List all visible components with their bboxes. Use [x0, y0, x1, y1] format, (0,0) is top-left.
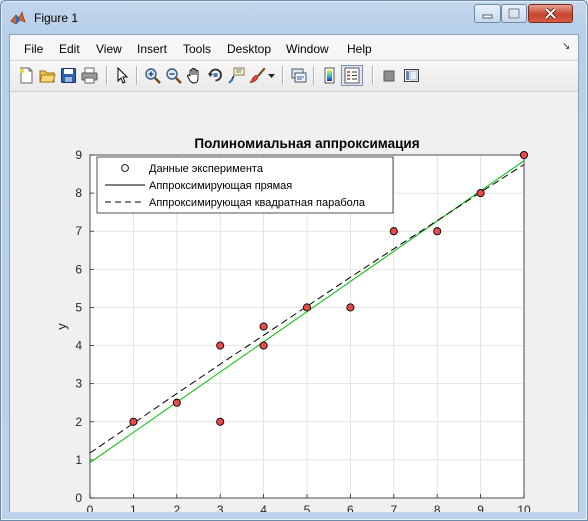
toolbar-separator [136, 66, 138, 85]
menu-file[interactable]: File [24, 42, 43, 56]
x-tick-label: 0 [87, 503, 94, 512]
hide-plot-tools-icon[interactable] [380, 67, 397, 84]
menu-window[interactable]: Window [286, 42, 329, 56]
matlab-logo-icon [10, 11, 26, 25]
title-bar[interactable]: Figure 1 [1, 1, 587, 33]
toolbar-separator [106, 66, 108, 85]
legend-label-fit: Аппроксимирующая прямая [149, 180, 292, 192]
save-icon[interactable] [60, 67, 77, 84]
zoom-in-icon[interactable] [144, 67, 161, 84]
x-tick-label: 6 [347, 503, 354, 512]
x-tick-label: 9 [477, 503, 484, 512]
figure-toolbar [10, 60, 578, 92]
x-tick-label: 8 [434, 503, 441, 512]
data-point [259, 341, 268, 350]
toolbar-separator [282, 66, 284, 85]
menu-insert[interactable]: Insert [137, 42, 167, 56]
data-point [216, 417, 225, 426]
legend-label-parabola: Аппроксимирующая квадратная парабола [149, 197, 366, 209]
data-point [433, 227, 442, 236]
toolbar-separator [372, 66, 374, 85]
x-tick-label: 3 [217, 503, 224, 512]
data-point [216, 341, 225, 350]
x-tick-label: 2 [173, 503, 180, 512]
minimize-button[interactable] [474, 4, 501, 23]
show-plot-tools-icon[interactable] [403, 67, 420, 84]
brush-dropdown-icon[interactable] [267, 67, 276, 84]
minimize-icon [482, 14, 493, 19]
link-plot-icon[interactable] [290, 67, 307, 84]
data-point [302, 303, 312, 312]
y-tick-label: 2 [75, 415, 82, 429]
window-title: Figure 1 [34, 11, 79, 25]
chart-title: Полиномиальная аппроксимация [194, 136, 419, 151]
open-file-icon[interactable] [39, 67, 56, 84]
data-point [172, 398, 181, 407]
y-tick-label: 4 [75, 339, 82, 353]
zoom-out-icon[interactable] [165, 67, 182, 84]
plot-svg: 0 1 2 3 4 5 6 7 8 9 10 0 1 2 3 4 5 6 7 8 9 Полиномиальная ап… [54, 136, 531, 517]
y-axis-label: y [54, 323, 69, 330]
menu-help[interactable]: Help [347, 42, 372, 56]
menu-edit[interactable]: Edit [59, 42, 80, 56]
x-tick-label: 5 [304, 503, 311, 512]
figure-canvas: 0 1 2 3 4 5 6 7 8 9 10 0 1 2 3 4 5 6 7 8 9 Полиномиальная ап… [10, 92, 578, 517]
close-button[interactable] [528, 4, 573, 23]
y-tick-label: 9 [75, 148, 82, 162]
legend-label-data: Данные эксперимента [149, 163, 264, 175]
menu-desktop[interactable]: Desktop [227, 42, 271, 56]
data-cursor-icon[interactable] [228, 67, 245, 84]
x-tick-label: 1 [130, 503, 137, 512]
y-tick-label: 7 [75, 224, 82, 238]
pan-hand-icon[interactable] [186, 67, 203, 84]
y-tick-label: 6 [75, 262, 82, 276]
maximize-icon [508, 8, 520, 19]
close-icon [544, 7, 557, 20]
pointer-icon[interactable] [114, 67, 131, 84]
figure-client-area: File Edit View Insert Tools Desktop Wind… [9, 34, 579, 517]
data-point [129, 417, 138, 426]
x-tick-label: 7 [390, 503, 397, 512]
y-tick-label: 5 [75, 300, 82, 314]
maximize-button[interactable] [501, 4, 527, 23]
x-tick-label: 10 [517, 503, 531, 512]
legend-marker-data [121, 164, 129, 172]
figure-window: Figure 1 File Edit View Insert Tools Des… [0, 0, 588, 521]
y-tick-label: 3 [75, 377, 82, 391]
y-tick-label: 1 [75, 453, 82, 467]
y-tick-label: 8 [75, 186, 82, 200]
menu-tools[interactable]: Tools [183, 42, 211, 56]
x-tick-label: 4 [260, 503, 267, 512]
y-tick-label: 0 [75, 491, 82, 505]
menu-view[interactable]: View [96, 42, 122, 56]
colorbar-icon[interactable] [321, 67, 338, 84]
legend[interactable]: Данные эксперимента Аппроксимирующая пря… [96, 156, 394, 214]
dock-arrow-icon[interactable]: ↘ [562, 41, 570, 52]
data-point [259, 322, 268, 331]
data-point [476, 189, 485, 198]
print-icon[interactable] [81, 67, 98, 84]
legend-icon[interactable] [341, 65, 363, 86]
data-point [519, 150, 529, 160]
data-point [389, 227, 398, 236]
menu-bar: File Edit View Insert Tools Desktop Wind… [10, 35, 578, 59]
rotate-3d-icon[interactable] [207, 67, 224, 84]
toolbar-separator [313, 66, 315, 85]
data-point [346, 303, 355, 312]
brush-icon[interactable] [249, 67, 266, 84]
new-figure-icon[interactable] [18, 67, 35, 84]
